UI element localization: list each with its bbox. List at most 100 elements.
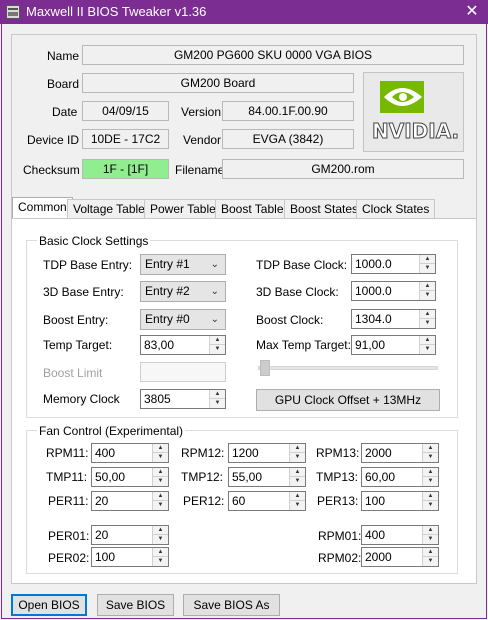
rpm13-input[interactable]: 2000 ▲ ▼ <box>361 443 439 463</box>
spin-down-icon[interactable]: ▼ <box>290 453 305 462</box>
spin-down-icon[interactable]: ▼ <box>423 557 438 566</box>
rpm01-input[interactable]: 400 ▲ ▼ <box>361 525 439 545</box>
memory-clock-spinner[interactable]: ▲ ▼ <box>209 390 225 408</box>
spin-up-icon[interactable]: ▲ <box>420 282 435 291</box>
tab-boost-table[interactable]: Boost Table <box>215 199 290 219</box>
base3d-entry-select[interactable]: Entry #2 ⌄ <box>140 281 226 302</box>
spin-down-icon[interactable]: ▼ <box>290 477 305 486</box>
tdp-base-clock-input[interactable]: 1000.0 ▲ ▼ <box>351 254 436 274</box>
close-icon[interactable]: ✕ <box>456 0 488 24</box>
spin-down-icon[interactable]: ▼ <box>153 535 168 544</box>
base3d-clock-spinner[interactable]: ▲ ▼ <box>419 282 435 300</box>
temp-target-spinner[interactable]: ▲ ▼ <box>209 336 225 354</box>
tmp13-input[interactable]: 60,00 ▲ ▼ <box>361 467 439 487</box>
spin-down-icon[interactable]: ▼ <box>210 345 225 354</box>
rpm12-input[interactable]: 1200 ▲ ▼ <box>228 443 306 463</box>
per01-spinner[interactable]: ▲ ▼ <box>152 526 168 544</box>
save-bios-as-button[interactable]: Save BIOS As <box>183 594 280 616</box>
spin-up-icon[interactable]: ▲ <box>153 468 168 477</box>
per12-input[interactable]: 60 ▲ ▼ <box>228 491 306 511</box>
spin-down-icon[interactable]: ▼ <box>420 319 435 328</box>
board-field[interactable]: GM200 Board <box>82 73 354 93</box>
spin-down-icon[interactable]: ▼ <box>423 477 438 486</box>
clock-offset-slider-thumb[interactable] <box>260 360 270 376</box>
save-bios-button[interactable]: Save BIOS <box>97 594 174 616</box>
per13-spinner[interactable]: ▲ ▼ <box>422 492 438 510</box>
spin-down-icon[interactable]: ▼ <box>153 501 168 510</box>
spin-down-icon[interactable]: ▼ <box>420 291 435 300</box>
per11-input[interactable]: 20 ▲ ▼ <box>91 491 169 511</box>
spin-down-icon[interactable]: ▼ <box>210 399 225 408</box>
spin-down-icon[interactable]: ▼ <box>153 557 168 566</box>
max-temp-target-spinner[interactable]: ▲ ▼ <box>419 336 435 354</box>
boost-clock-input[interactable]: 1304.0 ▲ ▼ <box>351 309 436 329</box>
per02-spinner[interactable]: ▲ ▼ <box>152 548 168 566</box>
rpm12-spinner[interactable]: ▲ ▼ <box>289 444 305 462</box>
spin-down-icon[interactable]: ▼ <box>153 477 168 486</box>
vendor-field[interactable]: EVGA (3842) <box>222 129 354 149</box>
spin-up-icon[interactable]: ▲ <box>423 492 438 501</box>
base3d-clock-input[interactable]: 1000.0 ▲ ▼ <box>351 281 436 301</box>
gpu-clock-offset-button[interactable]: GPU Clock Offset + 13MHz <box>256 389 440 411</box>
spin-up-icon[interactable]: ▲ <box>423 526 438 535</box>
tab-boost-states[interactable]: Boost States <box>284 199 365 219</box>
boost-limit-input[interactable] <box>140 362 226 382</box>
per02-input[interactable]: 100 ▲ ▼ <box>91 547 169 567</box>
tmp12-input[interactable]: 55,00 ▲ ▼ <box>228 467 306 487</box>
spin-up-icon[interactable]: ▲ <box>153 492 168 501</box>
spin-down-icon[interactable]: ▼ <box>420 264 435 273</box>
rpm02-input[interactable]: 2000 ▲ ▼ <box>361 547 439 567</box>
filename-field[interactable]: GM200.rom <box>222 159 464 179</box>
max-temp-target-input[interactable]: 91,00 ▲ ▼ <box>351 335 436 355</box>
spin-down-icon[interactable]: ▼ <box>420 345 435 354</box>
open-bios-button[interactable]: Open BIOS <box>11 594 87 616</box>
tmp13-spinner[interactable]: ▲ ▼ <box>422 468 438 486</box>
spin-up-icon[interactable]: ▲ <box>290 444 305 453</box>
tmp11-spinner[interactable]: ▲ ▼ <box>152 468 168 486</box>
spin-up-icon[interactable]: ▲ <box>210 336 225 345</box>
per12-spinner[interactable]: ▲ ▼ <box>289 492 305 510</box>
spin-up-icon[interactable]: ▲ <box>210 390 225 399</box>
spin-down-icon[interactable]: ▼ <box>423 453 438 462</box>
spin-up-icon[interactable]: ▲ <box>423 444 438 453</box>
date-field[interactable]: 04/09/15 <box>82 101 169 121</box>
tdp-base-entry-select[interactable]: Entry #1 ⌄ <box>140 254 226 275</box>
spin-up-icon[interactable]: ▲ <box>153 548 168 557</box>
rpm02-spinner[interactable]: ▲ ▼ <box>422 548 438 566</box>
spin-up-icon[interactable]: ▲ <box>420 310 435 319</box>
tab-voltage-table[interactable]: Voltage Table <box>67 199 151 219</box>
boost-entry-select[interactable]: Entry #0 ⌄ <box>140 309 226 330</box>
name-field[interactable]: GM200 PG600 SKU 0000 VGA BIOS <box>82 45 464 65</box>
spin-down-icon[interactable]: ▼ <box>423 501 438 510</box>
clock-offset-slider-track[interactable] <box>258 366 438 370</box>
version-field[interactable]: 84.00.1F.00.90 <box>222 101 354 121</box>
device-id-field[interactable]: 10DE - 17C2 <box>82 129 169 149</box>
tdp-base-clock-spinner[interactable]: ▲ ▼ <box>419 255 435 273</box>
spin-down-icon[interactable]: ▼ <box>153 453 168 462</box>
spin-up-icon[interactable]: ▲ <box>420 255 435 264</box>
temp-target-input[interactable]: 83,00 ▲ ▼ <box>140 335 226 355</box>
spin-down-icon[interactable]: ▼ <box>290 501 305 510</box>
checksum-field[interactable]: 1F - [1F] <box>82 159 169 179</box>
spin-up-icon[interactable]: ▲ <box>423 548 438 557</box>
spin-up-icon[interactable]: ▲ <box>423 468 438 477</box>
tmp11-input[interactable]: 50,00 ▲ ▼ <box>91 467 169 487</box>
rpm11-spinner[interactable]: ▲ ▼ <box>152 444 168 462</box>
spin-up-icon[interactable]: ▲ <box>153 526 168 535</box>
spin-up-icon[interactable]: ▲ <box>153 444 168 453</box>
tmp12-spinner[interactable]: ▲ ▼ <box>289 468 305 486</box>
tab-clock-states[interactable]: Clock States <box>356 199 436 219</box>
boost-clock-spinner[interactable]: ▲ ▼ <box>419 310 435 328</box>
tab-power-table[interactable]: Power Table <box>144 199 222 219</box>
rpm11-input[interactable]: 400 ▲ ▼ <box>91 443 169 463</box>
per01-input[interactable]: 20 ▲ ▼ <box>91 525 169 545</box>
rpm01-spinner[interactable]: ▲ ▼ <box>422 526 438 544</box>
per11-spinner[interactable]: ▲ ▼ <box>152 492 168 510</box>
per13-input[interactable]: 100 ▲ ▼ <box>361 491 439 511</box>
spin-down-icon[interactable]: ▼ <box>423 535 438 544</box>
spin-up-icon[interactable]: ▲ <box>420 336 435 345</box>
spin-up-icon[interactable]: ▲ <box>290 468 305 477</box>
rpm13-spinner[interactable]: ▲ ▼ <box>422 444 438 462</box>
tab-common[interactable]: Common <box>12 197 73 219</box>
spin-up-icon[interactable]: ▲ <box>290 492 305 501</box>
